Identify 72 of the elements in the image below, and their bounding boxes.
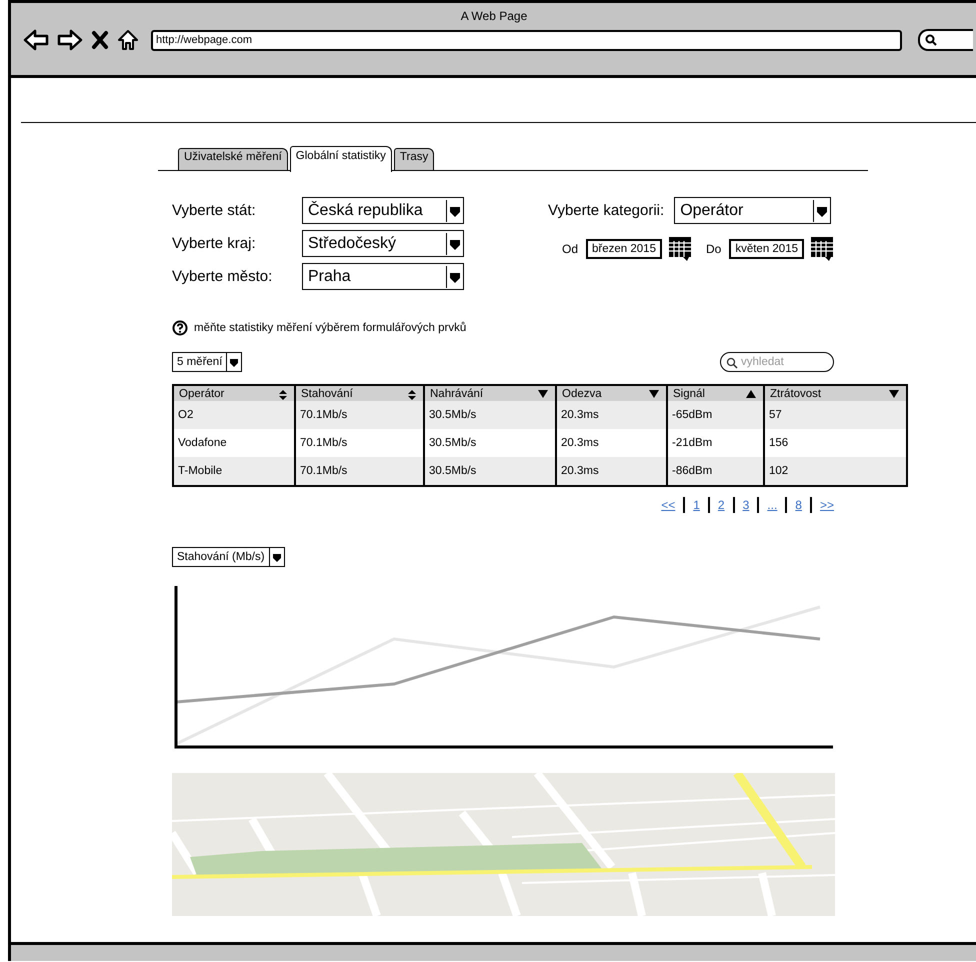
column-header[interactable]: Nahrávání <box>424 385 556 401</box>
browser-search-field[interactable] <box>918 29 973 51</box>
tab[interactable]: Uživatelské měření <box>178 148 288 170</box>
caret-icon <box>446 232 463 254</box>
sort-icon <box>407 389 417 401</box>
search-icon <box>925 34 937 46</box>
table-cell: 20.3ms <box>556 429 667 457</box>
table-cell: -65dBm <box>667 401 764 429</box>
dropdown[interactable]: Operátor <box>674 197 832 224</box>
table-cell: 30.5Mb/s <box>424 401 556 429</box>
table-cell: O2 <box>173 401 295 429</box>
table-cell: 70.1Mb/s <box>295 401 424 429</box>
search-icon <box>726 357 738 369</box>
page-link[interactable]: 2 <box>718 498 725 512</box>
sort-icon <box>278 389 288 401</box>
address-field[interactable]: http://webpage.com <box>151 30 902 50</box>
help-icon <box>172 320 188 336</box>
table-cell: 30.5Mb/s <box>424 429 556 457</box>
field-label: Vyberte kategorii: <box>548 202 664 219</box>
table-cell: 70.1Mb/s <box>295 457 424 486</box>
date-field[interactable]: březen 2015 <box>586 239 662 259</box>
table-cell: -86dBm <box>667 457 764 486</box>
date-label: Od <box>562 242 578 256</box>
dropdown[interactable]: Česká republika <box>302 197 464 224</box>
field-label: Vyberte město: <box>172 268 274 285</box>
caret-icon <box>446 266 463 288</box>
field-label: Vyberte stát: <box>172 202 257 219</box>
table-cell: 30.5Mb/s <box>424 457 556 486</box>
home-icon[interactable] <box>117 29 139 51</box>
page-link[interactable]: >> <box>820 498 834 512</box>
table-cell: 156 <box>764 429 907 457</box>
column-header[interactable]: Odezva <box>556 385 667 401</box>
date-label: Do <box>706 242 722 256</box>
forward-icon[interactable] <box>57 29 83 51</box>
column-header[interactable]: Operátor <box>173 385 295 401</box>
tab[interactable]: Globální statistiky <box>290 146 392 172</box>
table-cell: 102 <box>764 457 907 486</box>
date-field[interactable]: květen 2015 <box>729 239 804 259</box>
field-label: Vyberte kraj: <box>172 235 257 252</box>
table-cell: 20.3ms <box>556 401 667 429</box>
page-link[interactable]: ... <box>767 498 778 512</box>
search-field[interactable]: vyhledat <box>720 352 834 372</box>
calendar-icon[interactable] <box>810 236 834 262</box>
close-icon[interactable] <box>91 30 109 50</box>
caret-icon <box>268 548 284 566</box>
table-cell: 20.3ms <box>556 457 667 486</box>
column-header[interactable]: Signál <box>667 385 764 401</box>
sort-ascending-icon <box>745 389 757 399</box>
caret-icon <box>446 200 463 222</box>
back-icon[interactable] <box>23 29 49 51</box>
page-link[interactable]: 1 <box>693 498 700 512</box>
dropdown[interactable]: Praha <box>302 263 464 290</box>
table-cell: Vodafone <box>173 429 295 457</box>
window-title: A Web Page <box>460 9 528 23</box>
page-link[interactable]: 3 <box>742 498 750 512</box>
page-link[interactable]: << <box>661 498 676 512</box>
calendar-icon[interactable] <box>668 236 692 262</box>
page-link[interactable]: 8 <box>795 498 802 512</box>
table-cell: 70.1Mb/s <box>295 429 424 457</box>
sort-descending-icon <box>648 389 660 399</box>
table-cell: -21dBm <box>667 429 764 457</box>
column-header[interactable]: Ztrátovost <box>764 385 907 401</box>
metric-dropdown[interactable]: Stahování (Mb/s) <box>172 547 285 567</box>
page-size-dropdown[interactable]: 5 měření <box>172 352 242 372</box>
sort-descending-icon <box>888 389 900 399</box>
hint-text: měňte statistiky měření výběrem formulářových prvků <box>194 322 466 334</box>
sort-descending-icon <box>537 389 549 399</box>
column-header[interactable]: Stahování <box>295 385 424 401</box>
table-cell: 57 <box>764 401 907 429</box>
table-cell: T-Mobile <box>173 457 295 486</box>
tab[interactable]: Trasy <box>394 148 434 170</box>
dropdown[interactable]: Středočeský <box>302 230 464 257</box>
